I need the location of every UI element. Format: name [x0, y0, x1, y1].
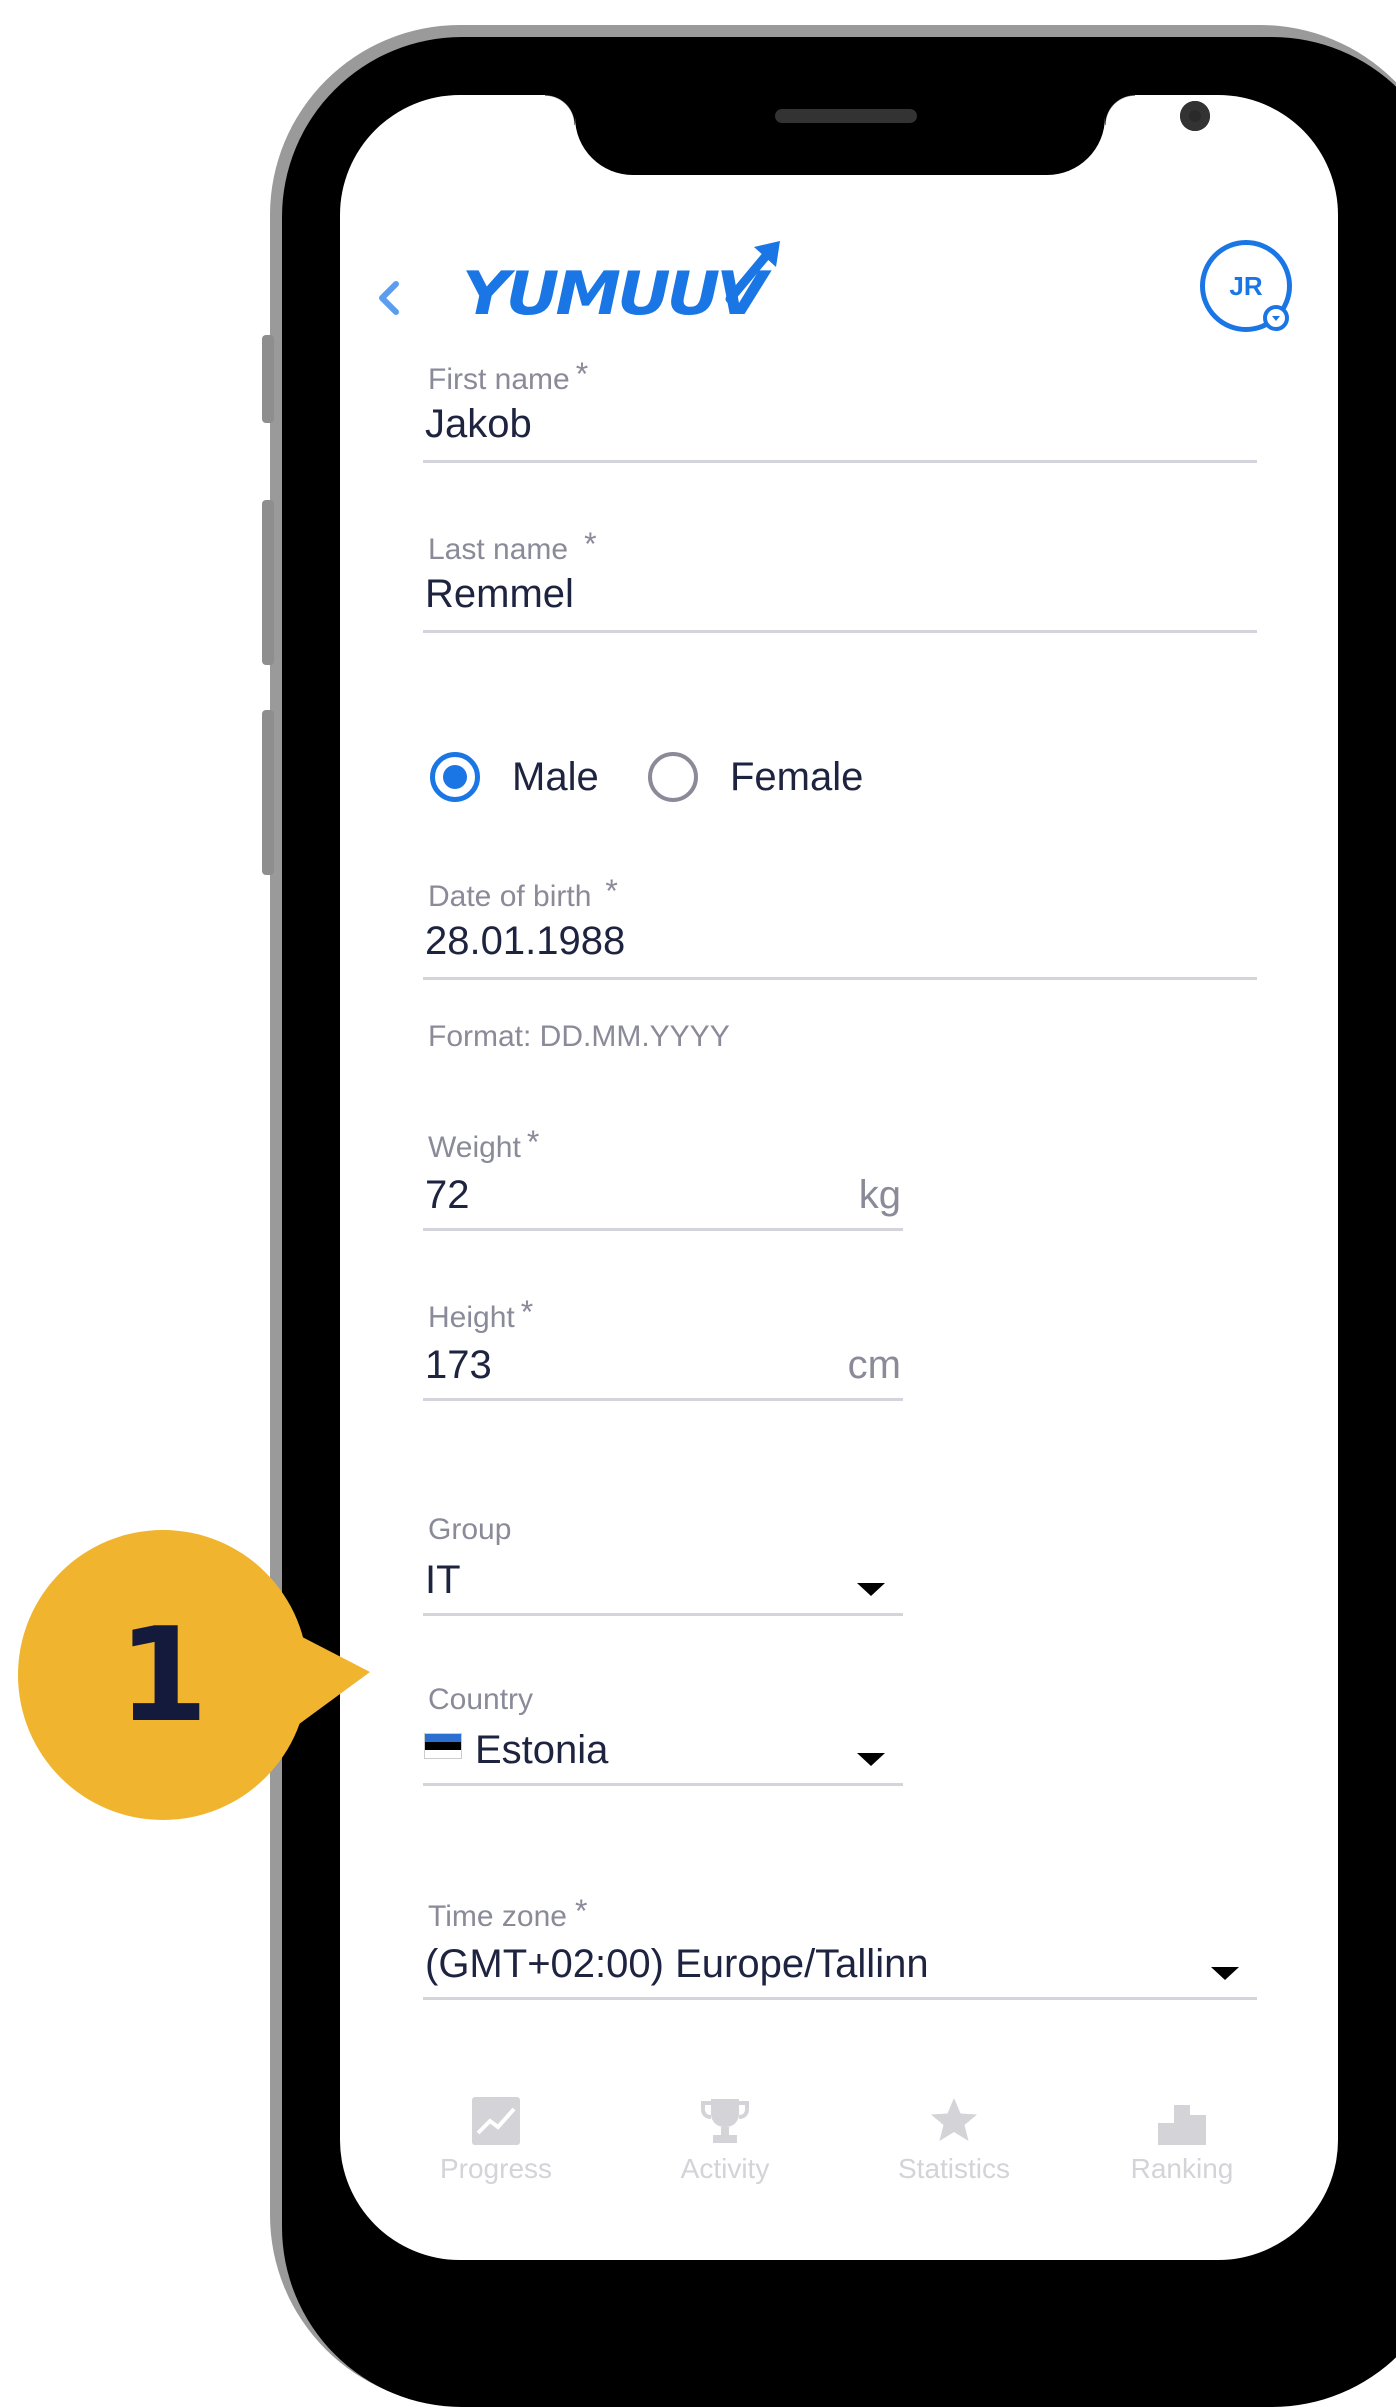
callout-pointer [250, 1610, 370, 1760]
step-callout: 1 [18, 1530, 308, 1820]
step-number: 1 [117, 1599, 209, 1751]
